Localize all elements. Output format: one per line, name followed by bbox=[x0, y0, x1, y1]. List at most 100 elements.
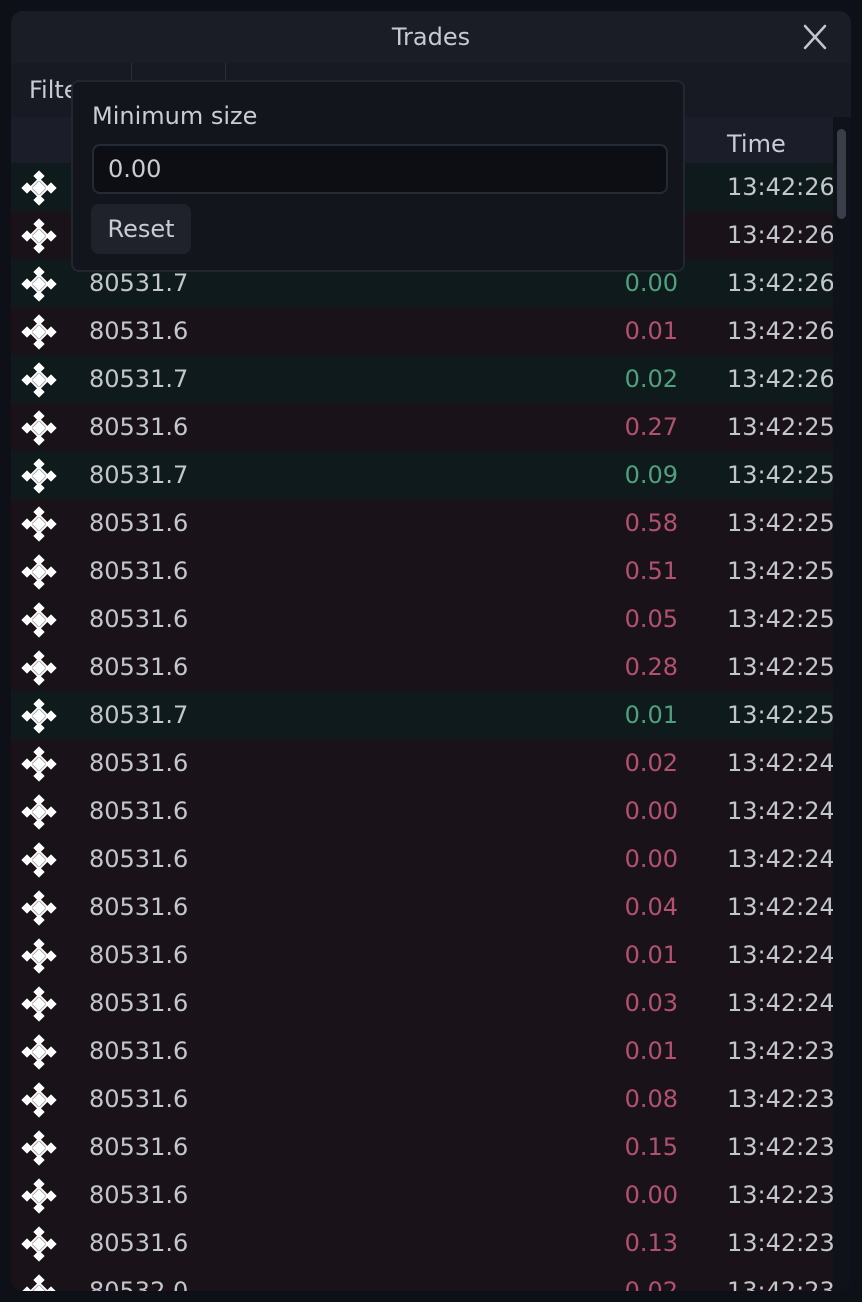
trade-size: 0.27 bbox=[624, 413, 678, 441]
trade-row: 80531.7 0.09 13:42:25 bbox=[11, 451, 835, 499]
trade-price: 80531.7 bbox=[89, 701, 189, 729]
binance-logo-icon bbox=[21, 650, 57, 686]
trade-time: 13:42:25 bbox=[727, 461, 835, 489]
scrollbar[interactable] bbox=[833, 117, 851, 1291]
trade-price: 80531.6 bbox=[89, 797, 189, 825]
trade-row: 80531.6 0.02 13:42:24 bbox=[11, 739, 835, 787]
trade-time: 13:42:24 bbox=[727, 797, 835, 825]
trade-size: 0.01 bbox=[624, 1037, 678, 1065]
binance-logo-icon bbox=[21, 1178, 57, 1214]
trade-time: 13:42:25 bbox=[727, 413, 835, 441]
trade-time: 13:42:24 bbox=[727, 845, 835, 873]
trade-price: 80531.6 bbox=[89, 989, 189, 1017]
binance-logo-icon bbox=[21, 1130, 57, 1166]
binance-logo-icon bbox=[21, 986, 57, 1022]
binance-logo-icon bbox=[21, 410, 57, 446]
scrollbar-thumb[interactable] bbox=[837, 129, 846, 219]
trade-size: 0.28 bbox=[624, 653, 678, 681]
trade-time: 13:42:25 bbox=[727, 701, 835, 729]
trade-row: 80531.6 0.01 13:42:26 bbox=[11, 307, 835, 355]
trade-time: 13:42:25 bbox=[727, 653, 835, 681]
trade-size: 0.58 bbox=[624, 509, 678, 537]
trade-row: 80532.0 0.02 13:42:23 bbox=[11, 1267, 835, 1291]
trade-time: 13:42:24 bbox=[727, 989, 835, 1017]
binance-logo-icon bbox=[21, 890, 57, 926]
trade-size: 0.00 bbox=[624, 1181, 678, 1209]
binance-logo-icon bbox=[21, 170, 57, 206]
minimum-size-input[interactable] bbox=[92, 144, 668, 194]
trade-size: 0.15 bbox=[624, 1133, 678, 1161]
binance-logo-icon bbox=[21, 1226, 57, 1262]
trade-row: 80531.6 0.01 13:42:23 bbox=[11, 1027, 835, 1075]
close-icon bbox=[803, 24, 827, 50]
binance-logo-icon bbox=[21, 1274, 57, 1291]
binance-logo-icon bbox=[21, 746, 57, 782]
trade-price: 80531.6 bbox=[89, 845, 189, 873]
trade-size: 0.03 bbox=[624, 989, 678, 1017]
trade-size: 0.51 bbox=[624, 557, 678, 585]
binance-logo-icon bbox=[21, 698, 57, 734]
binance-logo-icon bbox=[21, 458, 57, 494]
trade-price: 80531.6 bbox=[89, 1085, 189, 1113]
trade-price: 80531.6 bbox=[89, 509, 189, 537]
reset-button[interactable]: Reset bbox=[91, 204, 191, 254]
trade-time: 13:42:23 bbox=[727, 1181, 835, 1209]
trade-size: 0.08 bbox=[624, 1085, 678, 1113]
trade-price: 80531.6 bbox=[89, 1229, 189, 1257]
binance-logo-icon bbox=[21, 266, 57, 302]
minimum-size-popover: Minimum size Reset bbox=[71, 80, 685, 272]
trade-row: 80531.6 0.28 13:42:25 bbox=[11, 643, 835, 691]
trade-row: 80531.6 0.01 13:42:24 bbox=[11, 931, 835, 979]
trade-price: 80531.6 bbox=[89, 1181, 189, 1209]
title-bar: Trades bbox=[11, 11, 851, 63]
trade-price: 80531.6 bbox=[89, 1037, 189, 1065]
trade-size: 0.01 bbox=[624, 941, 678, 969]
minimum-size-label: Minimum size bbox=[92, 102, 258, 130]
trade-price: 80531.6 bbox=[89, 653, 189, 681]
binance-logo-icon bbox=[21, 794, 57, 830]
trade-row: 80531.7 0.02 13:42:26 bbox=[11, 355, 835, 403]
trade-time: 13:42:24 bbox=[727, 941, 835, 969]
trade-time: 13:42:25 bbox=[727, 557, 835, 585]
trade-time: 13:42:26 bbox=[727, 221, 835, 249]
trade-size: 0.01 bbox=[624, 317, 678, 345]
trade-time: 13:42:24 bbox=[727, 893, 835, 921]
trade-size: 0.02 bbox=[624, 365, 678, 393]
trade-size: 0.05 bbox=[624, 605, 678, 633]
trade-row: 80531.6 0.00 13:42:23 bbox=[11, 1171, 835, 1219]
trade-price: 80531.6 bbox=[89, 413, 189, 441]
trade-size: 0.04 bbox=[624, 893, 678, 921]
trade-time: 13:42:26 bbox=[727, 365, 835, 393]
trade-time: 13:42:26 bbox=[727, 317, 835, 345]
trade-size: 0.02 bbox=[624, 749, 678, 777]
trade-time: 13:42:26 bbox=[727, 269, 835, 297]
trade-price: 80531.6 bbox=[89, 893, 189, 921]
trade-row: 80531.7 0.01 13:42:25 bbox=[11, 691, 835, 739]
binance-logo-icon bbox=[21, 506, 57, 542]
trade-row: 80531.6 0.13 13:42:23 bbox=[11, 1219, 835, 1267]
binance-logo-icon bbox=[21, 842, 57, 878]
window-title: Trades bbox=[391, 23, 471, 51]
trade-row: 80531.6 0.03 13:42:24 bbox=[11, 979, 835, 1027]
trade-row: 80531.6 0.05 13:42:25 bbox=[11, 595, 835, 643]
trade-price: 80531.6 bbox=[89, 1133, 189, 1161]
binance-logo-icon bbox=[21, 554, 57, 590]
trade-row: 80531.6 0.15 13:42:23 bbox=[11, 1123, 835, 1171]
trade-price: 80532.0 bbox=[89, 1277, 189, 1291]
close-button[interactable] bbox=[795, 21, 835, 53]
trade-row: 80531.6 0.27 13:42:25 bbox=[11, 403, 835, 451]
trade-time: 13:42:23 bbox=[727, 1037, 835, 1065]
binance-logo-icon bbox=[21, 314, 57, 350]
trade-price: 80531.7 bbox=[89, 461, 189, 489]
trade-size: 0.13 bbox=[624, 1229, 678, 1257]
trade-time: 13:42:25 bbox=[727, 509, 835, 537]
trade-price: 80531.6 bbox=[89, 605, 189, 633]
trade-size: 0.09 bbox=[624, 461, 678, 489]
trade-size: 0.00 bbox=[624, 845, 678, 873]
binance-logo-icon bbox=[21, 938, 57, 974]
trade-price: 80531.6 bbox=[89, 557, 189, 585]
trade-time: 13:42:23 bbox=[727, 1133, 835, 1161]
binance-logo-icon bbox=[21, 218, 57, 254]
trade-row: 80531.6 0.51 13:42:25 bbox=[11, 547, 835, 595]
trade-price: 80531.6 bbox=[89, 749, 189, 777]
